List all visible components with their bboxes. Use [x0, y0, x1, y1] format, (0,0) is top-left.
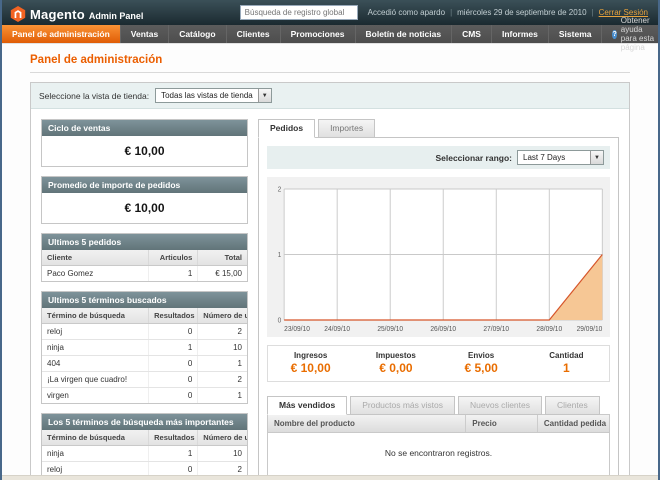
svg-text:23/09/10: 23/09/10 [284, 326, 310, 333]
top-search-terms-box: Los 5 términos de búsqueda más important… [41, 413, 248, 480]
average-orders-box: Promedio de importe de pedidos € 10,00 [41, 176, 248, 224]
window-bottom-edge [2, 475, 658, 480]
help-label: Obtener ayuda para esta página [621, 16, 655, 52]
store-switcher-bar: Seleccione la vista de tienda: Todas las… [31, 83, 629, 109]
main-nav: Panel de administraciónVentasCatálogoCli… [2, 25, 658, 44]
chevron-down-icon: ▼ [590, 151, 603, 164]
dashboard-container: Seleccione la vista de tienda: Todas las… [30, 82, 630, 480]
nav-item-8[interactable]: Sistema [549, 25, 603, 43]
column-header: Número de usos [198, 308, 247, 324]
svg-text:1: 1 [278, 252, 282, 259]
grid-tab-2: Nuevos clientes [458, 396, 542, 415]
nav-items: Panel de administraciónVentasCatálogoCli… [2, 25, 602, 43]
table-row: reloj02 [42, 324, 247, 340]
help-icon: ? [612, 30, 616, 39]
lifetime-sales-title: Ciclo de ventas [42, 120, 247, 136]
svg-text:29/09/10: 29/09/10 [577, 326, 603, 333]
table-row: Paco Gomez1€ 15,00 [42, 266, 247, 282]
dashboard-left-column: Ciclo de ventas € 10,00 Promedio de impo… [41, 119, 248, 480]
column-header: Nombre del producto [268, 415, 466, 433]
table-row: 40401 [42, 356, 247, 372]
tab-pedidos[interactable]: Pedidos [258, 119, 315, 138]
svg-text:2: 2 [278, 186, 282, 193]
column-header: Número de usos [198, 430, 247, 446]
last-search-terms-title: Ultimos 5 términos buscados [42, 292, 247, 308]
global-search-input[interactable] [240, 5, 358, 20]
column-header: Resultados [149, 308, 198, 324]
empty-records-message: No se encontraron registros. [268, 433, 609, 478]
svg-text:25/09/10: 25/09/10 [377, 326, 403, 333]
grid-tabs: Más vendidosProductos más vistosNuevos c… [267, 396, 610, 415]
bestsellers-grid: Nombre del producto Precio Cantidad pedi… [267, 414, 610, 478]
table-row: virgen01 [42, 388, 247, 404]
table-row: ninja110 [42, 340, 247, 356]
magento-logo: Magento Admin Panel [10, 3, 143, 22]
orders-panel: Seleccionar rango: Last 7 Days ▼ 0 1 2 23/0… [258, 137, 619, 480]
diagram-tabs: Pedidos Importes [258, 119, 619, 138]
svg-text:24/09/10: 24/09/10 [324, 326, 350, 333]
stat-ingresos: Ingresos € 10,00 [268, 351, 353, 375]
logged-in-as: Accedió como apardo [368, 8, 445, 17]
last-search-rows: reloj02ninja11040401¡La virgen que cuadr… [42, 324, 247, 404]
lifetime-sales-value: € 10,00 [42, 136, 247, 166]
svg-text:26/09/10: 26/09/10 [430, 326, 456, 333]
nav-item-3[interactable]: Clientes [227, 25, 281, 43]
grid-tab-1: Productos más vistos [350, 396, 455, 415]
column-header: Precio [466, 415, 538, 433]
average-orders-value: € 10,00 [42, 193, 247, 223]
app-header: Magento Admin Panel Accedió como apardo … [2, 0, 658, 25]
last-orders-rows: Paco Gomez1€ 15,00 [42, 266, 247, 282]
nav-item-2[interactable]: Catálogo [169, 25, 226, 43]
svg-text:28/09/10: 28/09/10 [536, 326, 562, 333]
last-orders-box: Ultimos 5 pedidos Cliente Articulos Tota… [41, 233, 248, 282]
store-switcher-label: Seleccione la vista de tienda: [39, 91, 149, 101]
nav-item-4[interactable]: Promociones [281, 25, 356, 43]
stat-impuestos: Impuestos € 0,00 [353, 351, 438, 375]
range-bar: Seleccionar rango: Last 7 Days ▼ [267, 146, 610, 169]
grid-tab-0[interactable]: Más vendidos [267, 396, 347, 415]
orders-chart: 0 1 2 23/09/10 24/09/10 25/09/10 26/09/10 27/09… [267, 177, 610, 337]
nav-item-1[interactable]: Ventas [121, 25, 169, 43]
lifetime-sales-box: Ciclo de ventas € 10,00 [41, 119, 248, 167]
chevron-down-icon: ▼ [258, 89, 271, 102]
column-header: Articulos [149, 250, 198, 266]
brand-name: Magento [30, 7, 85, 22]
page-title: Panel de administración [30, 54, 630, 73]
column-header: Total [198, 250, 247, 266]
table-row: ¡La virgen que cuadro!02 [42, 372, 247, 388]
column-header: Término de búsqueda [42, 430, 149, 446]
nav-item-6[interactable]: CMS [452, 25, 492, 43]
top-search-terms-title: Los 5 términos de búsqueda más important… [42, 414, 247, 430]
store-view-select[interactable]: Todas las vistas de tienda ▼ [155, 88, 272, 103]
totals-row: Ingresos € 10,00 Impuestos € 0,00 Envios… [267, 345, 610, 382]
last-orders-title: Ultimos 5 pedidos [42, 234, 247, 250]
nav-item-7[interactable]: Informes [492, 25, 549, 43]
help-link[interactable]: ? Obtener ayuda para esta página [602, 25, 660, 43]
table-row: ninja110 [42, 446, 247, 462]
nav-item-5[interactable]: Boletín de noticias [356, 25, 453, 43]
stat-envios: Envios € 5,00 [439, 351, 524, 375]
average-orders-title: Promedio de importe de pedidos [42, 177, 247, 193]
brand-suffix: Admin Panel [89, 11, 144, 21]
nav-item-0[interactable]: Panel de administración [2, 25, 121, 43]
dashboard-right-column: Pedidos Importes Seleccionar rango: Last… [258, 119, 619, 480]
stat-cantidad: Cantidad 1 [524, 351, 609, 375]
orders-area-chart: 0 1 2 23/09/10 24/09/10 25/09/10 26/09/10 27/09… [269, 183, 608, 335]
magento-admin-window: Magento Admin Panel Accedió como apardo … [0, 0, 660, 480]
column-header: Término de búsqueda [42, 308, 149, 324]
magento-logo-icon [10, 6, 26, 22]
current-date: miércoles 29 de septiembre de 2010 [457, 8, 586, 17]
range-select[interactable]: Last 7 Days ▼ [517, 150, 604, 165]
column-header: Cliente [42, 250, 149, 266]
svg-text:27/09/10: 27/09/10 [483, 326, 509, 333]
range-label: Seleccionar rango: [435, 153, 512, 163]
last-search-terms-box: Ultimos 5 términos buscados Término de b… [41, 291, 248, 404]
column-header: Resultados [149, 430, 198, 446]
tab-importes[interactable]: Importes [318, 119, 375, 138]
grid-tab-3: Clientes [545, 396, 600, 415]
svg-text:0: 0 [278, 317, 282, 324]
column-header: Cantidad pedida [537, 415, 609, 433]
